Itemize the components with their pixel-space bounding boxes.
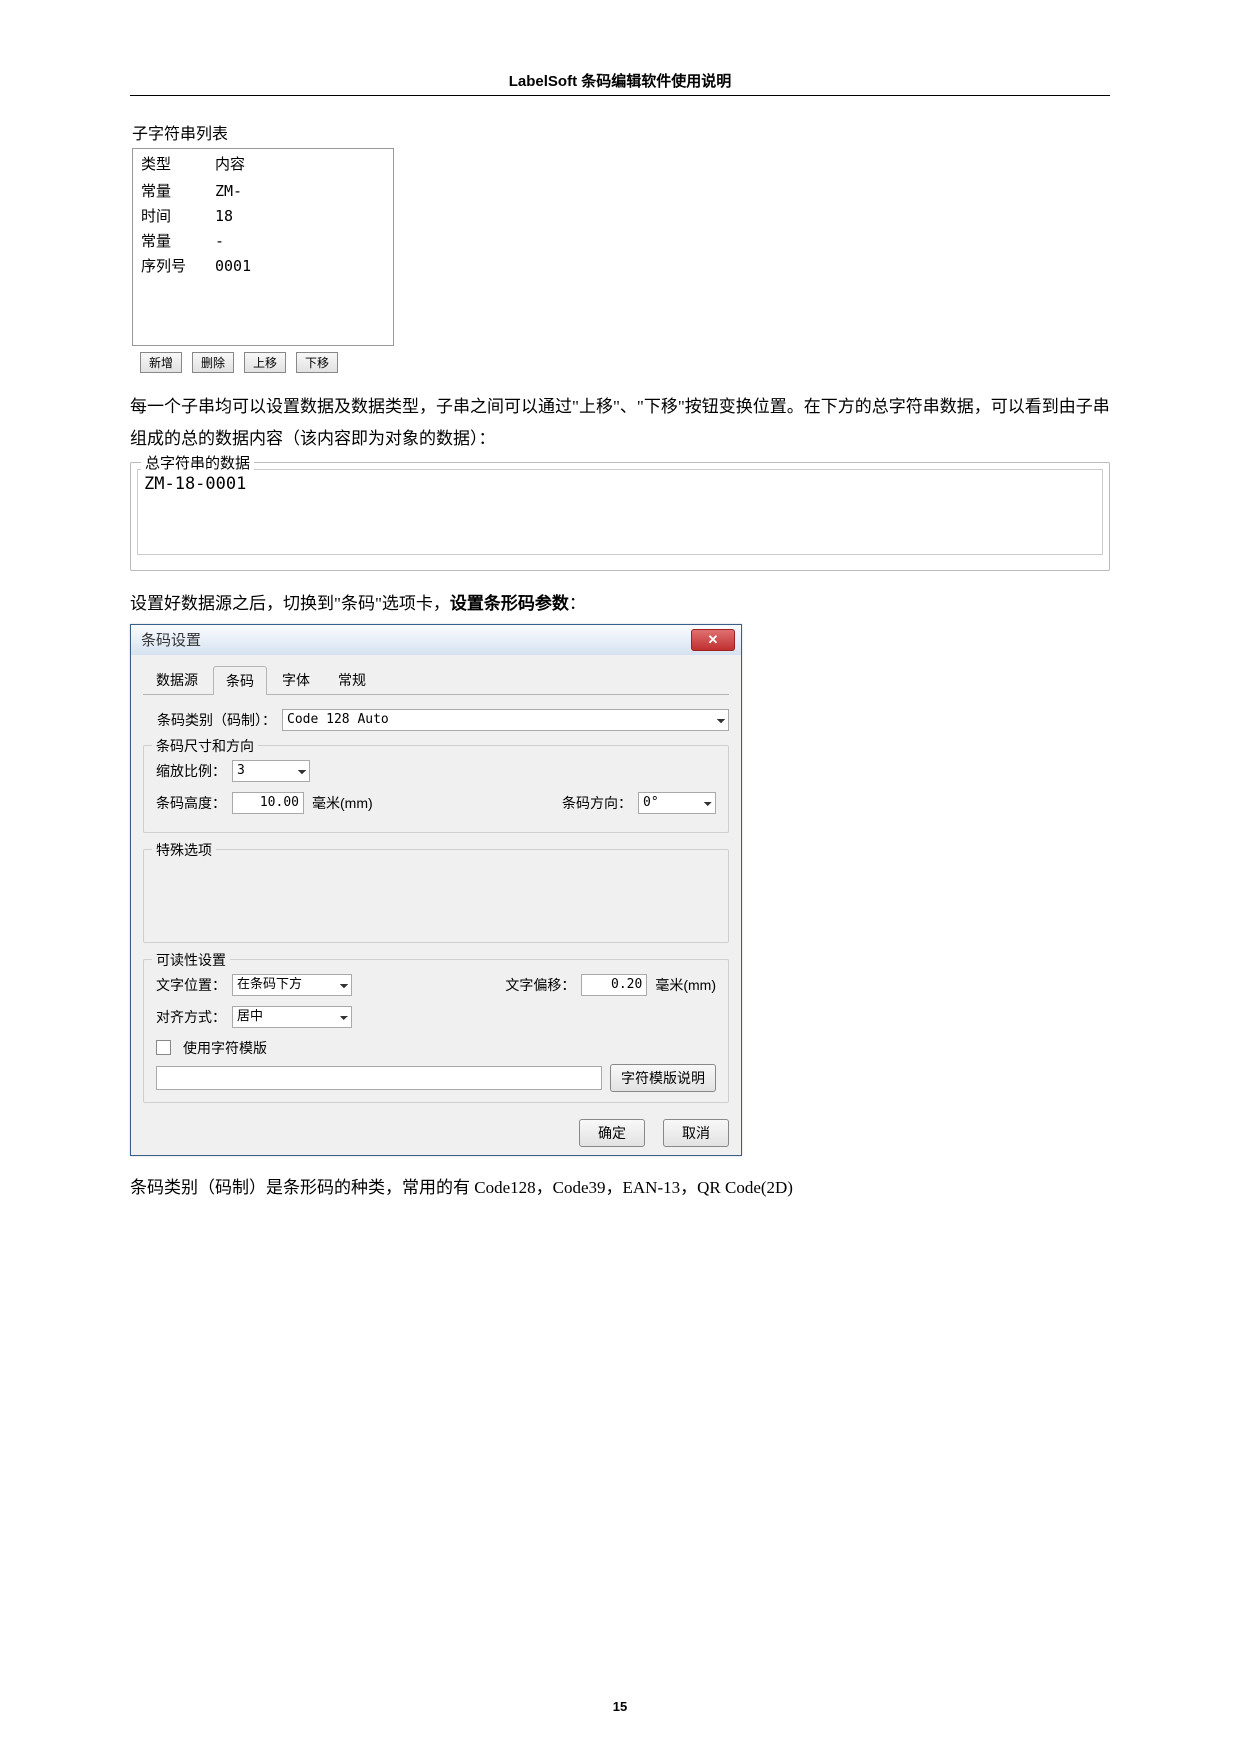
add-button[interactable]: 新增 bbox=[140, 352, 182, 373]
text-offset-unit: 毫米(mm) bbox=[655, 975, 716, 995]
char-template-input[interactable] bbox=[156, 1066, 602, 1090]
tab-data-source[interactable]: 数据源 bbox=[143, 665, 211, 694]
text-offset-label: 文字偏移： bbox=[505, 975, 575, 995]
height-unit: 毫米(mm) bbox=[312, 793, 373, 813]
scale-label: 缩放比例： bbox=[156, 761, 226, 781]
direction-select[interactable]: 0° bbox=[638, 792, 716, 814]
readability-group: 可读性设置 文字位置： 在条码下方 文字偏移： 毫米(mm) 对齐方式： 居中 bbox=[143, 959, 729, 1103]
dialog-tabs: 数据源 条码 字体 常规 bbox=[143, 665, 729, 695]
text-offset-input[interactable] bbox=[581, 974, 647, 996]
table-row[interactable]: 序列号0001 bbox=[133, 253, 393, 278]
text-position-select[interactable]: 在条码下方 bbox=[232, 974, 352, 996]
size-legend: 条码尺寸和方向 bbox=[152, 736, 258, 756]
special-group: 特殊选项 bbox=[143, 849, 729, 943]
substring-list[interactable]: 类型 内容 常量ZM- 时间18 常量- 序列号0001 bbox=[132, 148, 394, 346]
text-position-label: 文字位置： bbox=[156, 975, 226, 995]
delete-button[interactable]: 删除 bbox=[192, 352, 234, 373]
col-content: 内容 bbox=[207, 149, 393, 178]
barcode-type-label: 条码类别（码制）： bbox=[157, 710, 276, 730]
dialog-title: 条码设置 bbox=[141, 629, 201, 650]
close-icon: ✕ bbox=[708, 632, 719, 648]
align-select[interactable]: 居中 bbox=[232, 1006, 352, 1028]
col-type: 类型 bbox=[133, 149, 207, 178]
table-row[interactable]: 常量- bbox=[133, 228, 393, 253]
use-template-checkbox[interactable] bbox=[156, 1040, 171, 1055]
total-string-group: 总字符串的数据 ZM-18-0001 bbox=[130, 462, 1110, 571]
barcode-settings-dialog: 条码设置 ✕ 数据源 条码 字体 常规 条码类别（码制）： Code 128 A… bbox=[130, 624, 742, 1156]
total-string-textarea[interactable]: ZM-18-0001 bbox=[137, 469, 1103, 555]
ok-button[interactable]: 确定 bbox=[579, 1119, 645, 1147]
paragraph-1: 每一个子串均可以设置数据及数据类型，子串之间可以通过"上移"、"下移"按钮变换位… bbox=[130, 391, 1110, 456]
readability-legend: 可读性设置 bbox=[152, 950, 230, 970]
table-row[interactable]: 常量ZM- bbox=[133, 178, 393, 203]
cancel-button[interactable]: 取消 bbox=[663, 1119, 729, 1147]
close-button[interactable]: ✕ bbox=[691, 629, 735, 651]
tab-font[interactable]: 字体 bbox=[269, 665, 323, 694]
paragraph-2: 条码类别（码制）是条形码的种类，常用的有 Code128，Code39，EAN-… bbox=[130, 1172, 1110, 1204]
tab-general[interactable]: 常规 bbox=[325, 665, 379, 694]
barcode-type-select[interactable]: Code 128 Auto bbox=[282, 709, 729, 731]
page-number: 15 bbox=[0, 1699, 1240, 1714]
align-label: 对齐方式： bbox=[156, 1007, 226, 1027]
page-header: LabelSoft 条码编辑软件使用说明 bbox=[130, 70, 1110, 96]
template-help-button[interactable]: 字符模版说明 bbox=[610, 1064, 716, 1092]
direction-label: 条码方向： bbox=[562, 793, 632, 813]
scale-select[interactable]: 3 bbox=[232, 760, 310, 782]
height-label: 条码高度： bbox=[156, 793, 226, 813]
total-string-legend: 总字符串的数据 bbox=[141, 452, 254, 473]
substring-list-title: 子字符串列表 bbox=[132, 120, 1110, 144]
move-up-button[interactable]: 上移 bbox=[244, 352, 286, 373]
table-row[interactable]: 时间18 bbox=[133, 203, 393, 228]
size-group: 条码尺寸和方向 缩放比例： 3 条码高度： 毫米(mm) 条码方向： 0° bbox=[143, 745, 729, 833]
use-template-label: 使用字符模版 bbox=[183, 1038, 267, 1058]
tab-barcode[interactable]: 条码 bbox=[213, 666, 267, 695]
mid-paragraph: 设置好数据源之后，切换到"条码"选项卡，设置条形码参数： bbox=[130, 589, 1110, 614]
move-down-button[interactable]: 下移 bbox=[296, 352, 338, 373]
height-input[interactable] bbox=[232, 792, 304, 814]
special-legend: 特殊选项 bbox=[152, 840, 216, 860]
